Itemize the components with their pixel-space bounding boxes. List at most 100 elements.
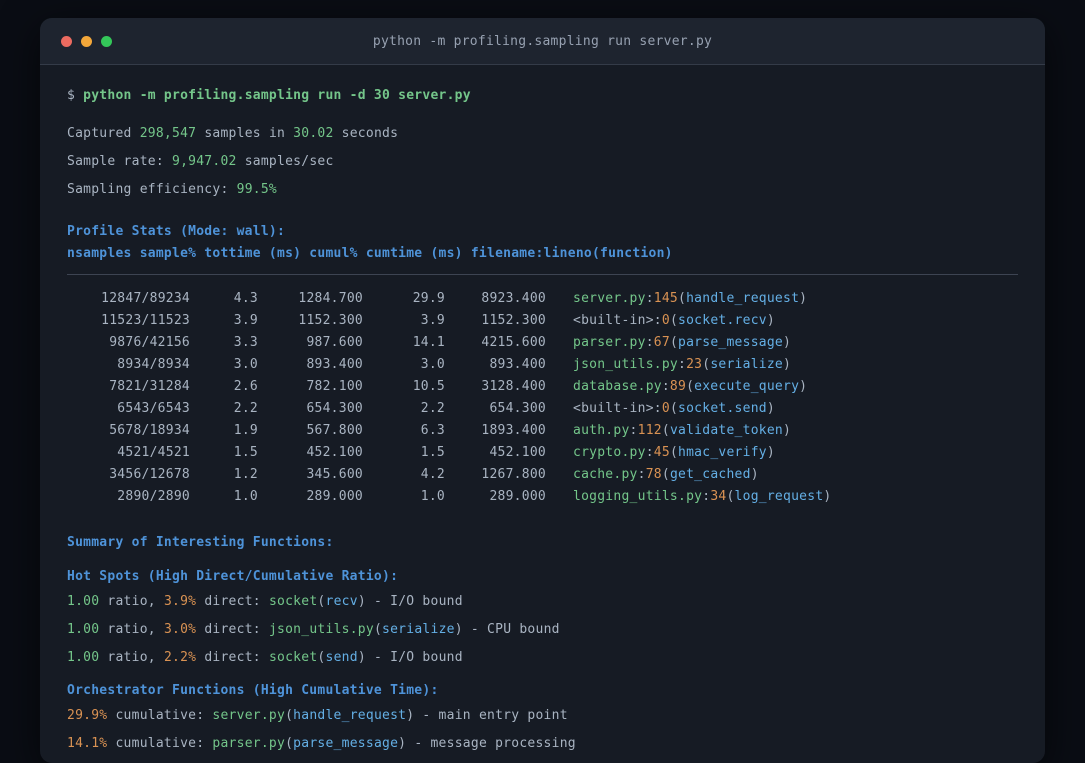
ratio-label: ratio, <box>99 622 164 637</box>
function-name: serialize <box>382 622 455 637</box>
filename: auth.py <box>573 423 630 438</box>
function-location-cell: <built-in>:0(socket.recv) <box>573 313 775 328</box>
direct-label: direct: <box>196 594 269 609</box>
command-text: python -m profiling.sampling run -d 30 s… <box>83 88 471 103</box>
open-paren: ( <box>661 423 670 438</box>
tottime-cell: 893.400 <box>306 357 363 372</box>
cumul-pct-cell: 10.5 <box>412 379 445 394</box>
cumulative-label: cumulative: <box>107 708 213 723</box>
close-paren: ) <box>454 622 463 637</box>
ratio-value: 1.00 <box>67 594 100 609</box>
orchestrator-item: 29.9% cumulative: server.py(handle_reque… <box>67 706 1018 726</box>
cumul-pct-cell: 3.9 <box>420 313 445 328</box>
close-paren: ) <box>823 489 832 504</box>
cumul-pct-cell: 1.5 <box>420 445 445 460</box>
tottime-cell: 782.100 <box>306 379 363 394</box>
profile-table-body: 12847/89234 4.3 1284.700 29.9 8923.400 server… <box>67 288 1018 508</box>
bound-note: - CPU bound <box>462 622 560 637</box>
function-name: parse_message <box>678 335 784 350</box>
cumtime-cell: 4215.600 <box>481 335 546 350</box>
line-number: 78 <box>645 467 662 482</box>
function-name: hmac_verify <box>678 445 767 460</box>
minimize-button[interactable] <box>81 35 92 47</box>
close-paren: ) <box>799 291 808 306</box>
line-number: 67 <box>653 335 670 350</box>
colon-separator: : <box>645 335 654 350</box>
open-paren: ( <box>669 401 679 416</box>
close-paren: ) <box>766 313 775 328</box>
function-name: send <box>325 650 358 665</box>
filename: <built-in> <box>573 313 654 328</box>
close-paren: ) <box>799 379 808 394</box>
sample-rate-unit: samples/sec <box>236 154 334 169</box>
open-paren: ( <box>686 379 695 394</box>
direct-label: direct: <box>196 622 269 637</box>
nsamples-cell: 11523/11523 <box>101 313 190 328</box>
sample-rate-label: Sample rate: <box>67 154 172 169</box>
sample-pct-cell: 2.6 <box>233 379 258 394</box>
summary-heading: Summary of Interesting Functions: <box>67 535 334 550</box>
terminal-content[interactable]: $ python -m profiling.sampling run -d 30… <box>40 65 1045 754</box>
tottime-cell: 654.300 <box>306 401 363 416</box>
function-location-cell: json_utils.py:23(serialize) <box>573 357 791 372</box>
nsamples-cell: 2890/2890 <box>117 489 190 504</box>
filename: socket <box>268 650 318 665</box>
cumtime-cell: 893.400 <box>489 357 546 372</box>
function-location-cell: parser.py:67(parse_message) <box>573 335 791 350</box>
function-location-cell: crypto.py:45(hmac_verify) <box>573 445 775 460</box>
table-row: 3456/12678 1.2 345.600 4.2 1267.800 cache.py:… <box>67 464 1018 486</box>
captured-duration-value: 30.02 <box>293 126 334 141</box>
cumul-pct-cell: 3.0 <box>420 357 445 372</box>
cumulative-label: cumulative: <box>107 736 213 751</box>
sample-pct-cell: 1.9 <box>233 423 258 438</box>
maximize-button[interactable] <box>101 35 112 47</box>
hot-spot-item: 1.00 ratio, 2.2% direct: socket(send) - … <box>67 648 1018 668</box>
sample-pct-cell: 3.9 <box>233 313 258 328</box>
role-note: - main entry point <box>414 708 568 723</box>
ratio-value: 1.00 <box>67 650 100 665</box>
colon-separator: : <box>678 357 687 372</box>
table-row: 5678/18934 1.9 567.800 6.3 1893.400 auth.py:1… <box>67 420 1018 442</box>
filename: json_utils.py <box>573 357 678 372</box>
close-paren: ) <box>783 423 792 438</box>
bound-note: - I/O bound <box>365 650 463 665</box>
captured-label-3: seconds <box>333 126 399 141</box>
line-number: 145 <box>653 291 679 306</box>
cumtime-cell: 1267.800 <box>481 467 546 482</box>
table-row: 9876/42156 3.3 987.600 14.1 4215.600 parser.p… <box>67 332 1018 354</box>
open-paren: ( <box>373 622 383 637</box>
filename: logging_utils.py <box>573 489 703 504</box>
tottime-cell: 1152.300 <box>298 313 363 328</box>
colon-separator: : <box>645 445 654 460</box>
hot-spot-item: 1.00 ratio, 3.9% direct: socket(recv) - … <box>67 592 1018 612</box>
tottime-cell: 345.600 <box>306 467 363 482</box>
ratio-value: 1.00 <box>67 622 100 637</box>
tottime-cell: 1284.700 <box>298 291 363 306</box>
close-button[interactable] <box>61 35 72 47</box>
bound-note: - I/O bound <box>365 594 463 609</box>
cumtime-cell: 452.100 <box>489 445 546 460</box>
sample-pct-cell: 3.3 <box>233 335 258 350</box>
titlebar[interactable]: python -m profiling.sampling run server.… <box>40 18 1045 65</box>
cumtime-cell: 654.300 <box>489 401 546 416</box>
colon-separator: : <box>629 423 638 438</box>
line-number: 45 <box>653 445 670 460</box>
nsamples-cell: 7821/31284 <box>109 379 190 394</box>
filename: socket <box>268 594 318 609</box>
open-paren: ( <box>669 445 679 460</box>
colon-separator: : <box>645 291 654 306</box>
table-row: 6543/6543 2.2 654.300 2.2 654.300 <built-in>:… <box>67 398 1018 420</box>
function-name: validate_token <box>669 423 784 438</box>
efficiency-line: Sampling efficiency: 99.5% <box>67 180 1018 200</box>
function-name: socket.send <box>678 401 767 416</box>
open-paren: ( <box>726 489 735 504</box>
table-row: 4521/4521 1.5 452.100 1.5 452.100 crypto.py:4… <box>67 442 1018 464</box>
open-paren: ( <box>285 708 294 723</box>
cumul-pct-cell: 6.3 <box>420 423 445 438</box>
direct-label: direct: <box>196 650 269 665</box>
close-paren: ) <box>750 467 759 482</box>
line-number: 34 <box>710 489 727 504</box>
table-columns-header: nsamples sample% tottime (ms) cumul% cum… <box>67 246 673 261</box>
cumul-pct-cell: 4.2 <box>420 467 445 482</box>
filename: parser.py <box>573 335 646 350</box>
